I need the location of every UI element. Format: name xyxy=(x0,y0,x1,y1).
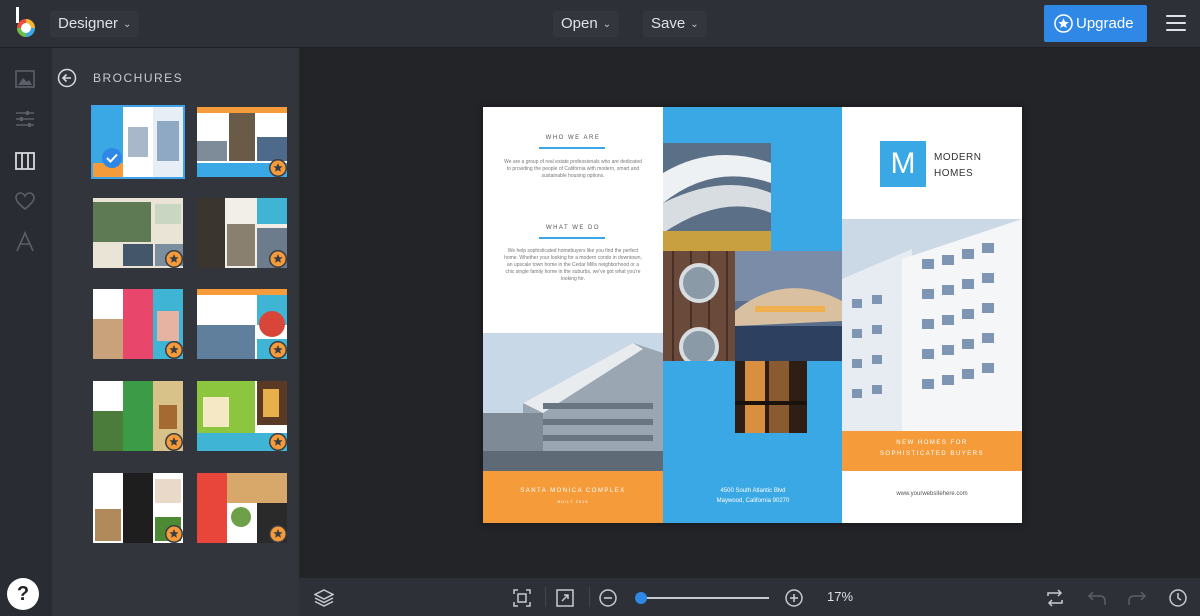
expand-arrow-icon[interactable] xyxy=(555,588,575,608)
brochure-panel-middle[interactable]: 4500 South Atlantic Blvd Maywood, Califo… xyxy=(663,107,842,523)
logo-line-2: HOMES xyxy=(934,168,974,179)
template-thumbnail[interactable] xyxy=(93,473,183,543)
selected-check-icon xyxy=(102,148,122,168)
chevron-down-icon: ⌄ xyxy=(690,19,699,30)
premium-star-icon xyxy=(165,525,183,543)
top-bar: Designer ⌄ Open ⌄ Save ⌄ Upgrade xyxy=(0,0,1200,48)
befunky-logo-icon[interactable] xyxy=(10,6,40,40)
template-thumbnail[interactable] xyxy=(93,381,183,451)
band-left-subtitle[interactable]: BUILT 2016 xyxy=(483,499,663,504)
dusk-building-photo[interactable] xyxy=(735,251,842,361)
zoom-slider-handle[interactable] xyxy=(635,592,647,604)
orange-band-left[interactable]: SANTA MONICA COMPLEX BUILT 2016 xyxy=(483,471,663,523)
architecture-photo[interactable] xyxy=(663,143,771,251)
layout-columns-icon[interactable] xyxy=(14,150,36,172)
premium-star-icon xyxy=(269,433,287,451)
band-right-line-2[interactable]: SOPHISTICATED BUYERS xyxy=(842,451,1022,457)
company-logo-mark[interactable]: M xyxy=(880,141,926,187)
template-thumbnail[interactable] xyxy=(197,289,287,359)
heart-icon[interactable] xyxy=(14,190,36,212)
zoom-out-minus-icon[interactable] xyxy=(598,588,618,608)
building-photo[interactable] xyxy=(483,333,663,471)
what-we-do-heading[interactable]: WHAT WE DO xyxy=(483,225,663,231)
premium-star-icon xyxy=(165,250,183,268)
undo-icon[interactable] xyxy=(1087,588,1107,608)
band-left-title[interactable]: SANTA MONICA COMPLEX xyxy=(483,488,663,494)
design-canvas[interactable]: WHO WE ARE We are a group of real estate… xyxy=(299,48,1200,578)
layers-icon[interactable] xyxy=(314,588,334,608)
heading-underline xyxy=(539,237,605,239)
redo-icon[interactable] xyxy=(1127,588,1147,608)
brochure-panel-right[interactable]: M MODERN HOMES NEW HOMES FOR SOPHISTICAT… xyxy=(842,107,1022,523)
open-button[interactable]: Open ⌄ xyxy=(553,11,620,37)
designer-menu-button[interactable]: Designer ⌄ xyxy=(50,11,140,37)
what-we-do-body[interactable]: We help sophisticated homebuyers like yo… xyxy=(503,248,643,283)
premium-star-icon xyxy=(165,341,183,359)
fit-screen-icon[interactable] xyxy=(512,588,532,608)
image-icon[interactable] xyxy=(14,68,36,90)
premium-star-icon xyxy=(165,433,183,451)
brochure-panel-left[interactable]: WHO WE ARE We are a group of real estate… xyxy=(483,107,663,523)
brochure-document[interactable]: WHO WE ARE We are a group of real estate… xyxy=(483,107,1022,523)
template-thumbnail[interactable] xyxy=(93,289,183,359)
toolbar-divider xyxy=(589,587,590,607)
text-icon[interactable] xyxy=(14,231,36,253)
zoom-level: 17% xyxy=(827,589,854,604)
save-label: Save xyxy=(651,15,686,32)
save-button[interactable]: Save ⌄ xyxy=(643,11,707,37)
website-url[interactable]: www.yourwebsitehere.com xyxy=(842,491,1022,497)
history-clock-icon[interactable] xyxy=(1168,588,1188,608)
zoom-slider-track[interactable] xyxy=(639,597,769,599)
who-we-are-heading[interactable]: WHO WE ARE xyxy=(483,135,663,141)
zoom-in-plus-icon[interactable] xyxy=(784,588,804,608)
template-thumbnail[interactable] xyxy=(93,198,183,268)
template-thumbnail[interactable] xyxy=(197,381,287,451)
swap-icon[interactable] xyxy=(1045,588,1065,608)
upgrade-label: Upgrade xyxy=(1076,15,1134,32)
logo-line-1: MODERN xyxy=(934,152,982,163)
band-right-line-1[interactable]: NEW HOMES FOR xyxy=(842,440,1022,446)
address-line-2[interactable]: Maywood, California 90270 xyxy=(663,497,843,506)
back-arrow-icon[interactable] xyxy=(57,68,77,88)
template-thumbnail[interactable] xyxy=(197,198,287,268)
hamburger-menu-icon[interactable] xyxy=(1166,15,1186,32)
company-logo-text[interactable]: MODERN HOMES xyxy=(934,150,981,182)
upgrade-button[interactable]: Upgrade xyxy=(1044,5,1147,42)
bottom-toolbar: 17% xyxy=(299,578,1200,616)
chevron-down-icon: ⌄ xyxy=(602,19,612,30)
who-we-are-body[interactable]: We are a group of real estate profession… xyxy=(503,159,643,180)
premium-star-icon xyxy=(269,341,287,359)
app-root: Designer ⌄ Open ⌄ Save ⌄ Upgrade ? BROCH… xyxy=(0,0,1200,616)
porthole-wall-photo[interactable] xyxy=(663,251,735,361)
designer-menu-label: Designer xyxy=(58,15,119,32)
sliders-icon[interactable] xyxy=(14,108,36,130)
premium-star-icon xyxy=(269,250,287,268)
panel-title: BROCHURES xyxy=(93,71,184,85)
orange-band-right[interactable]: NEW HOMES FOR SOPHISTICATED BUYERS xyxy=(842,431,1022,471)
tool-rail: ? xyxy=(0,48,52,616)
help-button[interactable]: ? xyxy=(7,578,39,610)
premium-star-icon xyxy=(269,159,287,177)
chevron-down-icon: ⌄ xyxy=(123,19,132,30)
templates-panel: BROCHURES xyxy=(52,48,299,616)
address-line-1[interactable]: 4500 South Atlantic Blvd xyxy=(663,487,843,496)
tower-sunset-photo[interactable] xyxy=(735,361,807,433)
star-badge-icon xyxy=(1054,14,1073,33)
template-thumbnail[interactable] xyxy=(197,473,287,543)
heading-underline xyxy=(539,147,605,149)
tower-photo[interactable] xyxy=(842,219,1022,431)
open-label: Open xyxy=(561,15,598,32)
template-thumbnail[interactable] xyxy=(197,107,287,177)
template-thumbnail[interactable] xyxy=(91,105,185,179)
toolbar-divider xyxy=(545,587,546,607)
premium-star-icon xyxy=(269,525,287,543)
